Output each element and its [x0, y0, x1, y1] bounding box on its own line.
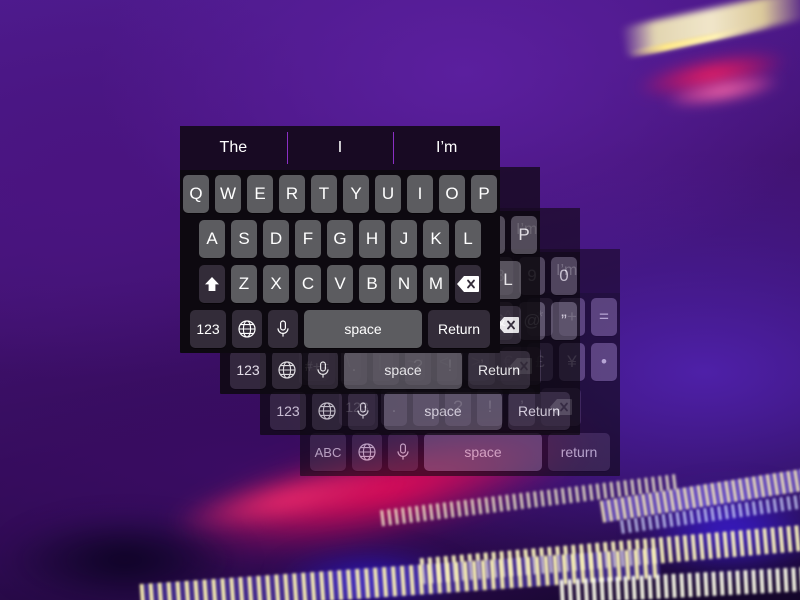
- key-s[interactable]: S: [231, 220, 257, 258]
- key-l[interactable]: L: [455, 220, 481, 258]
- key-e[interactable]: E: [247, 175, 273, 213]
- screen: The I I’m [ ] { } # % ^ * + = _ \ | ~: [0, 0, 800, 600]
- key-c[interactable]: C: [295, 265, 321, 303]
- key-x[interactable]: X: [263, 265, 289, 303]
- key-bullet[interactable]: •: [591, 343, 617, 381]
- key-quote[interactable]: ”: [551, 302, 577, 340]
- key-i[interactable]: I: [407, 175, 433, 213]
- prediction-candidate-i[interactable]: I: [286, 126, 394, 170]
- key-w[interactable]: W: [215, 175, 241, 213]
- key-0[interactable]: 0: [551, 257, 577, 295]
- prediction-bar[interactable]: The I I’m: [180, 126, 500, 170]
- key-t[interactable]: T: [311, 175, 337, 213]
- key-n[interactable]: N: [391, 265, 417, 303]
- key-p[interactable]: P: [511, 216, 537, 254]
- key-u[interactable]: U: [375, 175, 401, 213]
- key-row-4: 123 space Return: [263, 392, 577, 430]
- space-key[interactable]: space: [424, 433, 542, 471]
- globe-icon: [358, 443, 376, 461]
- dictation-key[interactable]: [388, 433, 418, 471]
- globe-key[interactable]: [232, 310, 262, 348]
- key-y[interactable]: Y: [343, 175, 369, 213]
- key-p[interactable]: P: [471, 175, 497, 213]
- mic-icon: [397, 443, 409, 460]
- key-o[interactable]: O: [439, 175, 465, 213]
- return-key[interactable]: Return: [468, 351, 530, 389]
- globe-icon: [318, 402, 336, 420]
- key-r[interactable]: R: [279, 175, 305, 213]
- space-key[interactable]: space: [344, 351, 462, 389]
- backspace-icon: [497, 317, 519, 333]
- shift-key[interactable]: [199, 265, 225, 303]
- globe-key[interactable]: [352, 433, 382, 471]
- key-row-2: A S D F G H J K L: [183, 220, 497, 258]
- key-numeric-toggle[interactable]: 123: [230, 351, 266, 389]
- return-key[interactable]: Return: [428, 310, 490, 348]
- shift-icon: [205, 277, 219, 291]
- space-key[interactable]: space: [304, 310, 422, 348]
- key-abc-toggle[interactable]: ABC: [310, 433, 346, 471]
- dictation-key[interactable]: [348, 392, 378, 430]
- space-key[interactable]: space: [384, 392, 502, 430]
- keyboard-layer-1[interactable]: The I I’m Q W E R T Y U I O P A S D F G …: [180, 126, 500, 353]
- dictation-key[interactable]: [308, 351, 338, 389]
- key-numeric-toggle[interactable]: 123: [190, 310, 226, 348]
- key-row-4: 123 space Return: [183, 310, 497, 348]
- mic-icon: [357, 402, 369, 419]
- key-m[interactable]: M: [423, 265, 449, 303]
- key-b[interactable]: B: [359, 265, 385, 303]
- key-h[interactable]: H: [359, 220, 385, 258]
- key-row-3: Z X C V B N M: [183, 265, 497, 303]
- key-v[interactable]: V: [327, 265, 353, 303]
- mic-icon: [277, 320, 289, 337]
- globe-icon: [238, 320, 256, 338]
- key-row-4: ABC space return: [303, 433, 617, 471]
- key-rows: Q W E R T Y U I O P A S D F G H J K L: [180, 170, 500, 353]
- backspace-icon: [457, 276, 479, 292]
- dictation-key[interactable]: [268, 310, 298, 348]
- key-f[interactable]: F: [295, 220, 321, 258]
- key-row-1: Q W E R T Y U I O P: [183, 175, 497, 213]
- prediction-candidate-im[interactable]: I’m: [393, 126, 500, 170]
- globe-icon: [278, 361, 296, 379]
- key-d[interactable]: D: [263, 220, 289, 258]
- key-k[interactable]: K: [423, 220, 449, 258]
- key-row-4: 123 space Return: [223, 351, 537, 389]
- key-q[interactable]: Q: [183, 175, 209, 213]
- return-key[interactable]: Return: [508, 392, 570, 430]
- key-a[interactable]: A: [199, 220, 225, 258]
- return-key[interactable]: return: [548, 433, 610, 471]
- backspace-key[interactable]: [455, 265, 481, 303]
- key-j[interactable]: J: [391, 220, 417, 258]
- key-g[interactable]: G: [327, 220, 353, 258]
- key-equals[interactable]: =: [591, 298, 617, 336]
- mic-icon: [317, 361, 329, 378]
- key-z[interactable]: Z: [231, 265, 257, 303]
- prediction-candidate-the[interactable]: The: [180, 126, 287, 170]
- key-numeric-toggle[interactable]: 123: [270, 392, 306, 430]
- globe-key[interactable]: [312, 392, 342, 430]
- globe-key[interactable]: [272, 351, 302, 389]
